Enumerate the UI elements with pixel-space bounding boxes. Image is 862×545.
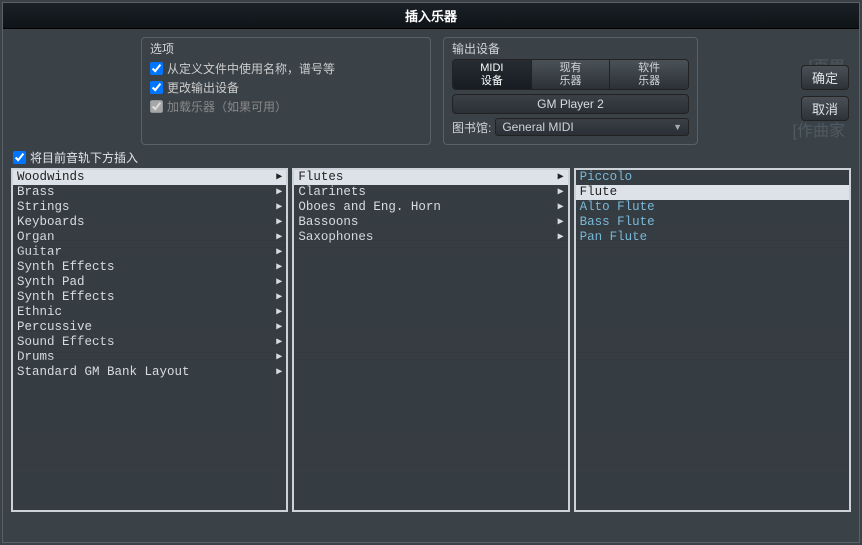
chevron-right-icon: ▶ [276,320,282,335]
library-label: 图书馆: [452,119,491,136]
cb-change-output[interactable]: 更改输出设备 [150,78,422,97]
list-item[interactable]: Ethnic▶ [13,305,286,320]
subcategory-column[interactable]: Flutes▶Clarinets▶Oboes and Eng. Horn▶Bas… [292,168,569,512]
list-item[interactable]: Woodwinds▶ [13,170,286,185]
list-item[interactable]: Drums▶ [13,350,286,365]
chevron-right-icon: ▶ [276,290,282,305]
list-item[interactable]: Oboes and Eng. Horn▶ [294,200,567,215]
category-column[interactable]: Woodwinds▶Brass▶Strings▶Keyboards▶Organ▶… [11,168,288,512]
chevron-down-icon: ▼ [673,122,682,132]
output-segmented: MIDI 设备 现有 乐器 软件 乐器 [452,59,689,90]
list-item[interactable]: Percussive▶ [13,320,286,335]
list-item[interactable]: Piccolo [576,170,849,185]
list-item[interactable]: Keyboards▶ [13,215,286,230]
cb-change-output-input[interactable] [150,81,163,94]
list-item[interactable]: Flutes▶ [294,170,567,185]
cb-use-names[interactable]: 从定义文件中使用名称，谱号等 [150,59,422,78]
chevron-right-icon: ▶ [558,170,564,185]
titlebar: 插入乐器 [3,3,859,29]
library-dropdown[interactable]: General MIDI ▼ [495,118,689,136]
chevron-right-icon: ▶ [276,200,282,215]
chevron-right-icon: ▶ [276,275,282,290]
cb-insert-below[interactable]: 将目前音轨下方插入 [3,149,859,168]
list-item[interactable]: Synth Effects▶ [13,260,286,275]
chevron-right-icon: ▶ [276,335,282,350]
seg-midi[interactable]: MIDI 设备 [453,60,532,89]
list-item[interactable]: Saxophones▶ [294,230,567,245]
instrument-column[interactable]: PiccoloFluteAlto FluteBass FlutePan Flut… [574,168,851,512]
chevron-right-icon: ▶ [558,200,564,215]
chevron-right-icon: ▶ [276,350,282,365]
cb-load-instrument-input [150,100,163,113]
cancel-button[interactable]: 取消 [801,96,849,121]
title-text: 插入乐器 [405,9,457,24]
cb-insert-below-input[interactable] [13,151,26,164]
list-item[interactable]: Sound Effects▶ [13,335,286,350]
chevron-right-icon: ▶ [558,230,564,245]
list-item[interactable]: Synth Effects▶ [13,290,286,305]
chevron-right-icon: ▶ [558,215,564,230]
chevron-right-icon: ▶ [276,215,282,230]
dialog-window: 插入乐器 [标题] [页眉 [作曲家 选项 从定义文件中使用名称，谱号等 更改输… [2,2,860,543]
chevron-right-icon: ▶ [276,230,282,245]
chevron-right-icon: ▶ [276,260,282,275]
chevron-right-icon: ▶ [276,185,282,200]
output-title: 输出设备 [452,40,689,57]
list-item[interactable]: Strings▶ [13,200,286,215]
list-item[interactable]: Organ▶ [13,230,286,245]
chevron-right-icon: ▶ [276,365,282,380]
list-item[interactable]: Guitar▶ [13,245,286,260]
list-item[interactable]: Pan Flute [576,230,849,245]
list-item[interactable]: Alto Flute [576,200,849,215]
ok-button[interactable]: 确定 [801,65,849,90]
list-item[interactable]: Brass▶ [13,185,286,200]
list-item[interactable]: Bass Flute [576,215,849,230]
list-item[interactable]: Clarinets▶ [294,185,567,200]
chevron-right-icon: ▶ [558,185,564,200]
options-title: 选项 [150,40,422,57]
seg-existing[interactable]: 现有 乐器 [532,60,611,89]
list-item[interactable]: Synth Pad▶ [13,275,286,290]
list-item[interactable]: Bassoons▶ [294,215,567,230]
options-panel: 选项 从定义文件中使用名称，谱号等 更改输出设备 加载乐器（如果可用） [141,37,431,145]
output-panel: 输出设备 MIDI 设备 现有 乐器 软件 乐器 GM Player 2 图书馆… [443,37,698,145]
seg-software[interactable]: 软件 乐器 [610,60,688,89]
gm-player-button[interactable]: GM Player 2 [452,94,689,114]
list-item[interactable]: Standard GM Bank Layout▶ [13,365,286,380]
cb-use-names-input[interactable] [150,62,163,75]
chevron-right-icon: ▶ [276,245,282,260]
list-item[interactable]: Flute [576,185,849,200]
chevron-right-icon: ▶ [276,170,282,185]
cb-load-instrument: 加载乐器（如果可用） [150,97,422,116]
chevron-right-icon: ▶ [276,305,282,320]
